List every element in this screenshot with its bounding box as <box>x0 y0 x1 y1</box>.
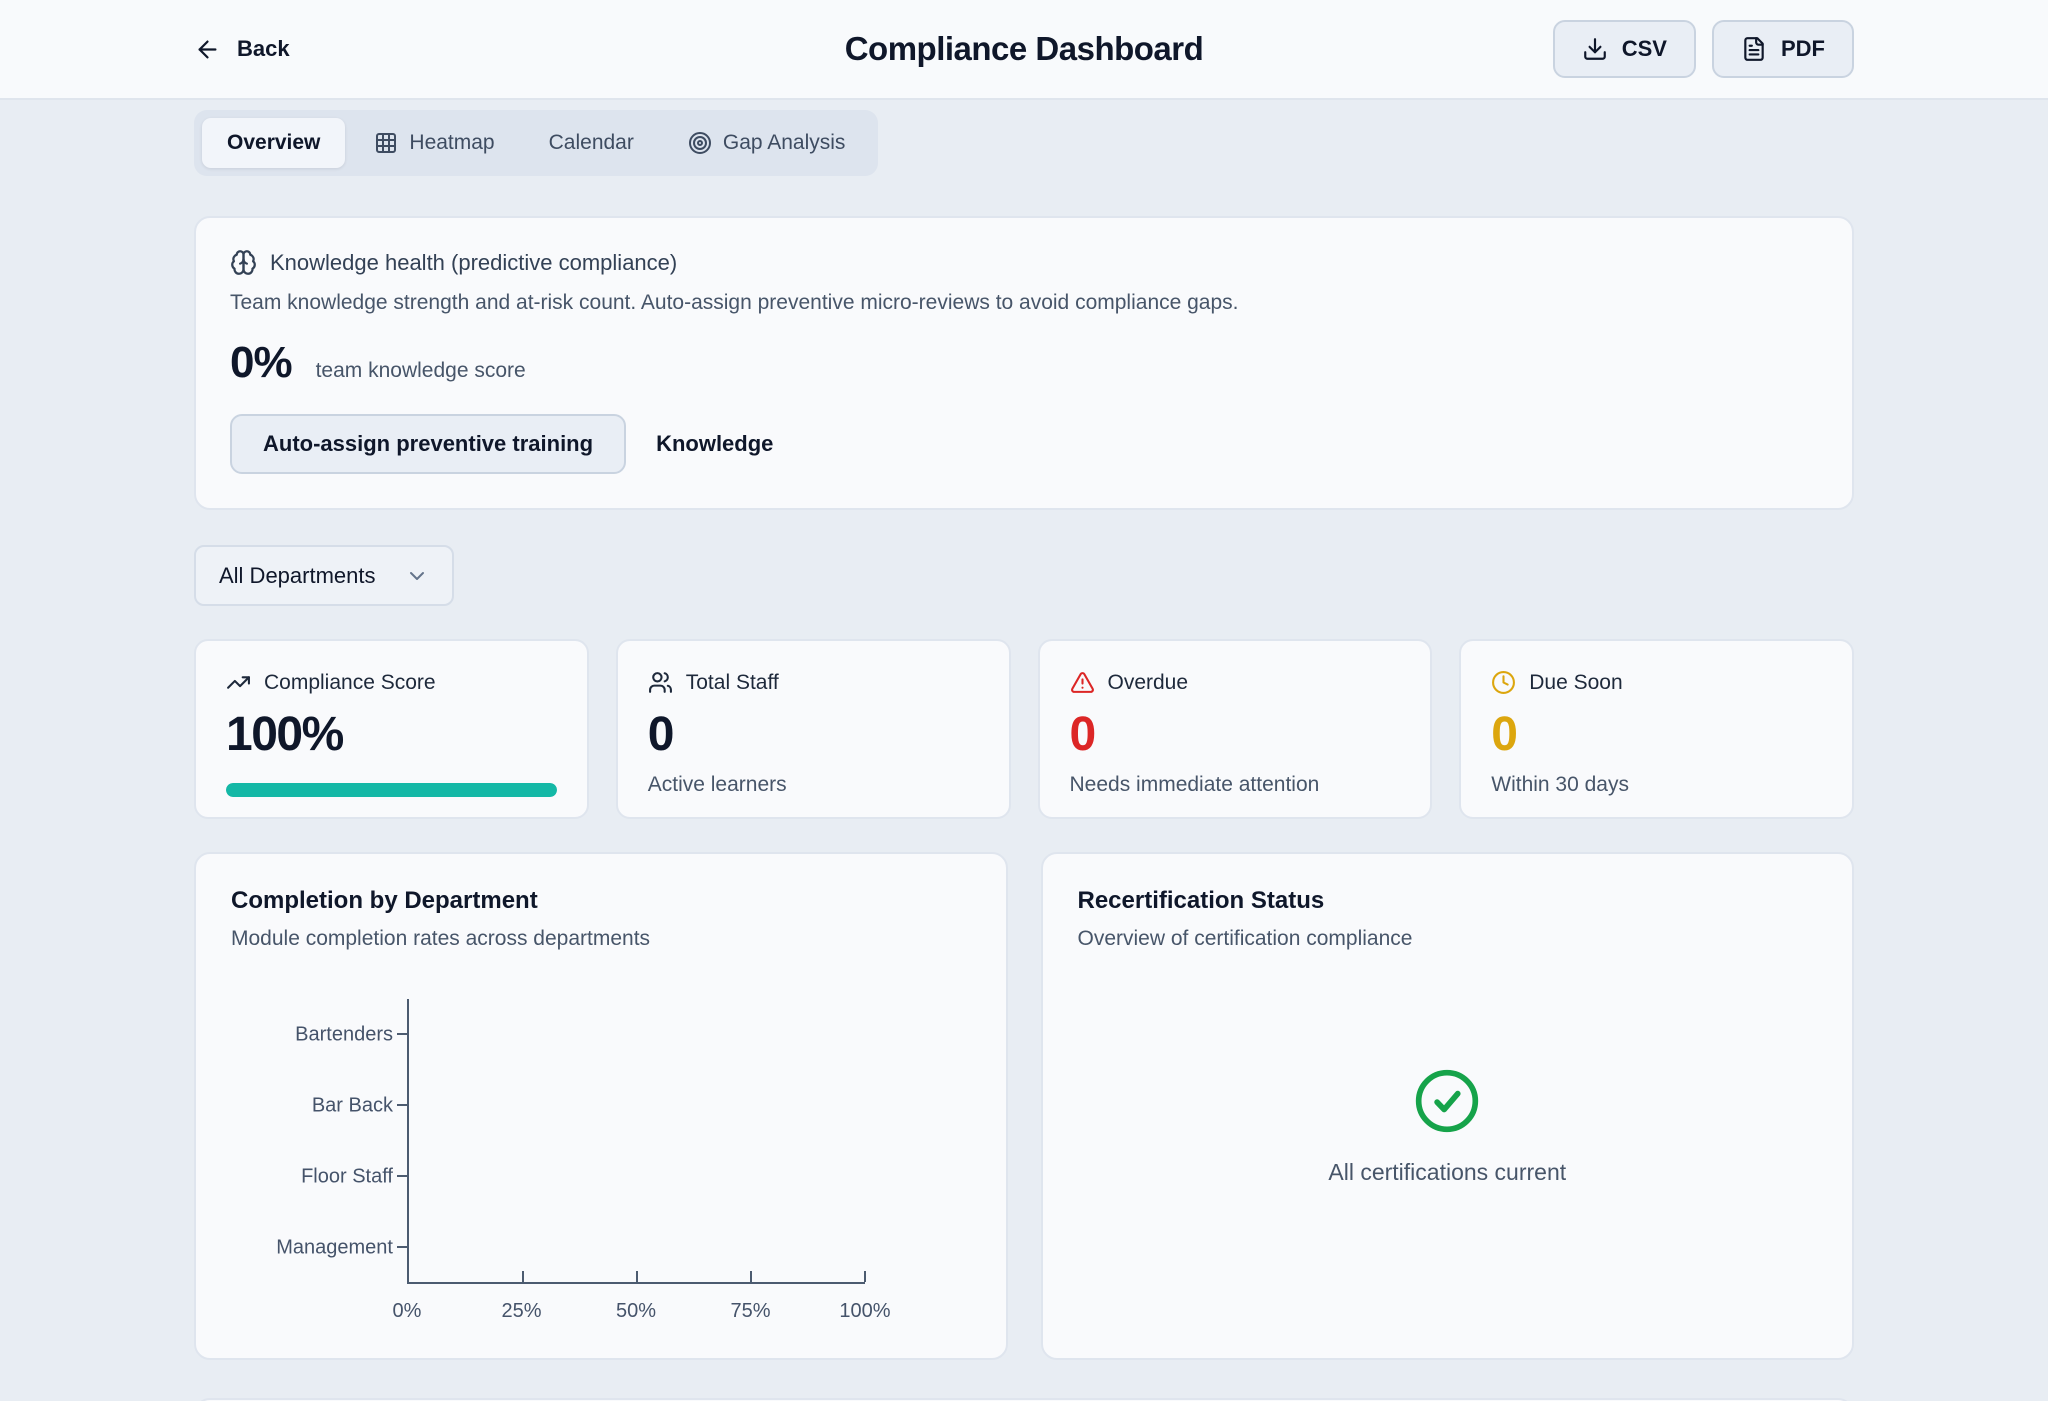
pdf-export-button[interactable]: PDF <box>1712 20 1854 78</box>
stat-subtitle: Needs immediate attention <box>1070 773 1401 797</box>
y-axis-tick-label: Management <box>276 1237 393 1260</box>
compliance-score-card: Compliance Score 100% <box>194 639 589 819</box>
view-tabs: Overview Heatmap Calendar Gap Analysis <box>194 110 878 176</box>
trending-up-icon <box>226 670 251 695</box>
completion-card-subtitle: Module completion rates across departmen… <box>231 927 971 951</box>
knowledge-health-card: Knowledge health (predictive compliance)… <box>194 216 1854 510</box>
back-label: Back <box>237 36 290 62</box>
compliance-progress-track <box>226 783 557 797</box>
stat-subtitle: Active learners <box>648 773 979 797</box>
back-button[interactable]: Back <box>194 36 290 63</box>
x-axis-tick-label: 100% <box>839 1300 890 1323</box>
department-filter-select[interactable]: All Departments <box>194 545 454 606</box>
alert-triangle-icon <box>1070 670 1095 695</box>
knowledge-card-description: Team knowledge strength and at-risk coun… <box>230 291 1818 315</box>
x-axis-tick <box>522 1271 524 1282</box>
y-axis-tick-label: Floor Staff <box>301 1166 393 1189</box>
y-axis-tick <box>397 1246 407 1248</box>
overdue-card: Overdue 0 Needs immediate attention <box>1038 639 1433 819</box>
tab-overview[interactable]: Overview <box>202 118 345 168</box>
completion-bar-chart: BartendersBar BackFloor StaffManagement … <box>231 999 971 1329</box>
completion-card-title: Completion by Department <box>231 887 971 915</box>
x-axis-tick <box>864 1271 866 1282</box>
overdue-value: 0 <box>1070 711 1401 759</box>
tab-overview-label: Overview <box>227 131 320 155</box>
check-circle-icon <box>1413 1067 1481 1135</box>
csv-export-button[interactable]: CSV <box>1553 20 1696 78</box>
total-staff-value: 0 <box>648 711 979 759</box>
grid-icon <box>374 131 398 155</box>
team-knowledge-score-value: 0% <box>230 338 292 388</box>
pdf-label: PDF <box>1781 36 1825 62</box>
due-soon-card: Due Soon 0 Within 30 days <box>1459 639 1854 819</box>
top-bar: Back Compliance Dashboard CSV PDF <box>0 0 2048 100</box>
stat-label: Due Soon <box>1529 671 1622 695</box>
x-axis-tick <box>750 1271 752 1282</box>
x-axis-tick-label: 0% <box>393 1300 422 1323</box>
target-icon <box>688 131 712 155</box>
brain-icon <box>230 249 257 276</box>
users-icon <box>648 670 673 695</box>
compliance-progress-fill <box>226 783 557 797</box>
stat-subtitle: Within 30 days <box>1491 773 1822 797</box>
recert-card-title: Recertification Status <box>1078 887 1818 915</box>
recert-status-text: All certifications current <box>1328 1159 1566 1186</box>
tab-heatmap-label: Heatmap <box>409 131 494 155</box>
recert-card-subtitle: Overview of certification compliance <box>1078 927 1818 951</box>
due-soon-value: 0 <box>1491 711 1822 759</box>
tab-gap-analysis-label: Gap Analysis <box>723 131 846 155</box>
compliance-score-value: 100% <box>226 711 557 759</box>
x-axis-tick-label: 25% <box>501 1300 541 1323</box>
recertification-status-card: Recertification Status Overview of certi… <box>1041 852 1855 1360</box>
tab-calendar-label: Calendar <box>549 131 634 155</box>
chevron-down-icon <box>405 564 429 588</box>
tab-calendar[interactable]: Calendar <box>524 118 659 168</box>
y-axis-tick <box>397 1175 407 1177</box>
chart-y-axis-labels: Bartenders Bar Back Floor Staff Management <box>231 999 393 1284</box>
x-axis-tick-label: 50% <box>616 1300 656 1323</box>
x-axis-tick-label: 75% <box>730 1300 770 1323</box>
file-text-icon <box>1741 36 1767 62</box>
y-axis-tick-label: Bar Back <box>312 1094 393 1117</box>
department-filter-value: All Departments <box>219 563 376 589</box>
download-icon <box>1582 36 1608 62</box>
knowledge-card-title: Knowledge health (predictive compliance) <box>270 250 677 276</box>
stats-row: Compliance Score 100% Total Staff 0 Acti… <box>194 639 1854 819</box>
knowledge-button[interactable]: Knowledge <box>656 431 773 457</box>
stat-label: Total Staff <box>686 671 779 695</box>
csv-label: CSV <box>1622 36 1667 62</box>
stat-label: Overdue <box>1108 671 1189 695</box>
x-axis-tick <box>636 1271 638 1282</box>
arrow-left-icon <box>194 36 221 63</box>
auto-assign-training-button[interactable]: Auto-assign preventive training <box>230 414 626 474</box>
tab-gap-analysis[interactable]: Gap Analysis <box>663 118 871 168</box>
completion-by-department-card: Completion by Department Module completi… <box>194 852 1008 1360</box>
stat-label: Compliance Score <box>264 671 436 695</box>
page-title: Compliance Dashboard <box>845 30 1204 68</box>
chart-plot-area <box>407 999 865 1284</box>
y-axis-tick-label: Bartenders <box>295 1023 393 1046</box>
total-staff-card: Total Staff 0 Active learners <box>616 639 1011 819</box>
team-knowledge-score-label: team knowledge score <box>316 359 526 383</box>
y-axis-tick <box>397 1104 407 1106</box>
chart-x-axis-labels: 0%25%50%75%100% <box>407 1294 865 1326</box>
tab-heatmap[interactable]: Heatmap <box>349 118 519 168</box>
y-axis-tick <box>397 1033 407 1035</box>
clock-icon <box>1491 670 1516 695</box>
